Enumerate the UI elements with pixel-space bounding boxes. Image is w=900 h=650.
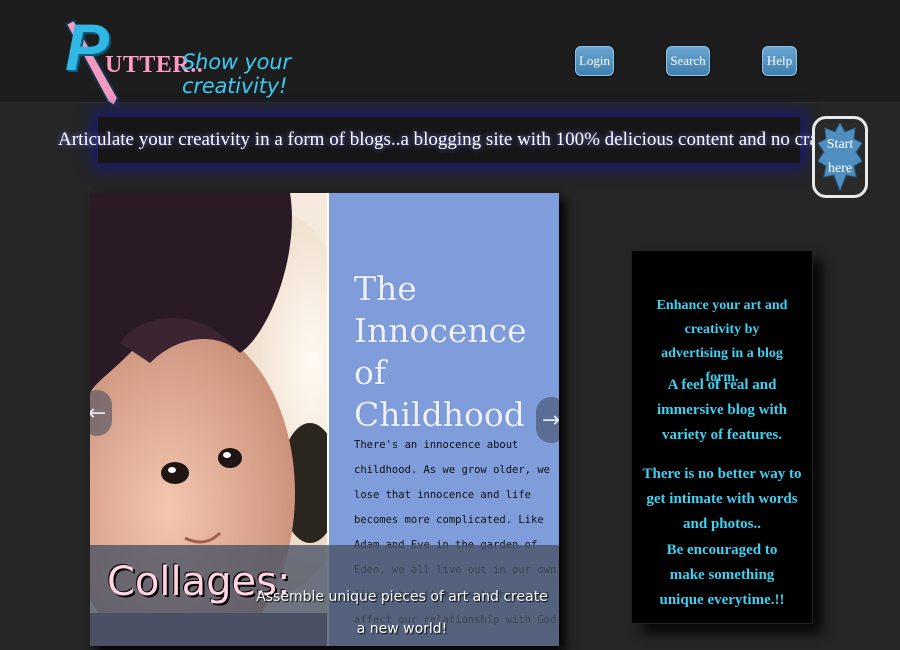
prev-slide-button[interactable]: ← bbox=[90, 390, 112, 436]
slide-title: The Innocence of Childhood bbox=[354, 268, 559, 436]
info-box: Enhance your art and creativity by adver… bbox=[631, 250, 813, 624]
arrow-left-icon: ← bbox=[90, 400, 107, 426]
image-slider[interactable]: The Innocence of Childhood There's an in… bbox=[90, 193, 559, 646]
info-paragraph-3: There is no better way to get intimate w… bbox=[642, 466, 802, 532]
info-paragraph-4: Be encouraged to make something unique e… bbox=[659, 542, 785, 608]
caption-text: Assemble unique pieces of art and create… bbox=[256, 589, 548, 637]
info-paragraph-2: A feel of real and immersive blog with v… bbox=[657, 377, 787, 443]
site-header: P UTTER.. Show your creativity! Login Se… bbox=[0, 0, 900, 108]
start-label-line2: here bbox=[827, 161, 853, 176]
start-label-line1: Start bbox=[826, 137, 854, 152]
start-here-label: Start here bbox=[818, 133, 862, 181]
slide-title-line2: Childhood bbox=[354, 395, 525, 434]
slide-caption: Collages: Assemble unique pieces of art … bbox=[90, 545, 559, 646]
banner-text: Articulate your creativity in a form of … bbox=[58, 129, 840, 150]
logo-letter: P bbox=[65, 10, 110, 84]
search-button[interactable]: Search bbox=[666, 46, 710, 76]
next-slide-button[interactable]: → bbox=[536, 397, 559, 443]
promo-banner: Articulate your creativity in a form of … bbox=[58, 117, 840, 163]
start-here-button[interactable]: Start here bbox=[812, 116, 868, 198]
slide-title-line1: The Innocence of bbox=[354, 269, 527, 392]
login-button[interactable]: Login bbox=[575, 46, 614, 76]
logo-tagline: Show your creativity! bbox=[182, 50, 291, 98]
site-logo[interactable]: P UTTER.. Show your creativity! bbox=[55, 8, 375, 108]
arrow-right-icon: → bbox=[541, 407, 559, 433]
help-button[interactable]: Help bbox=[762, 46, 797, 76]
start-here-badge: Start here bbox=[818, 123, 862, 191]
